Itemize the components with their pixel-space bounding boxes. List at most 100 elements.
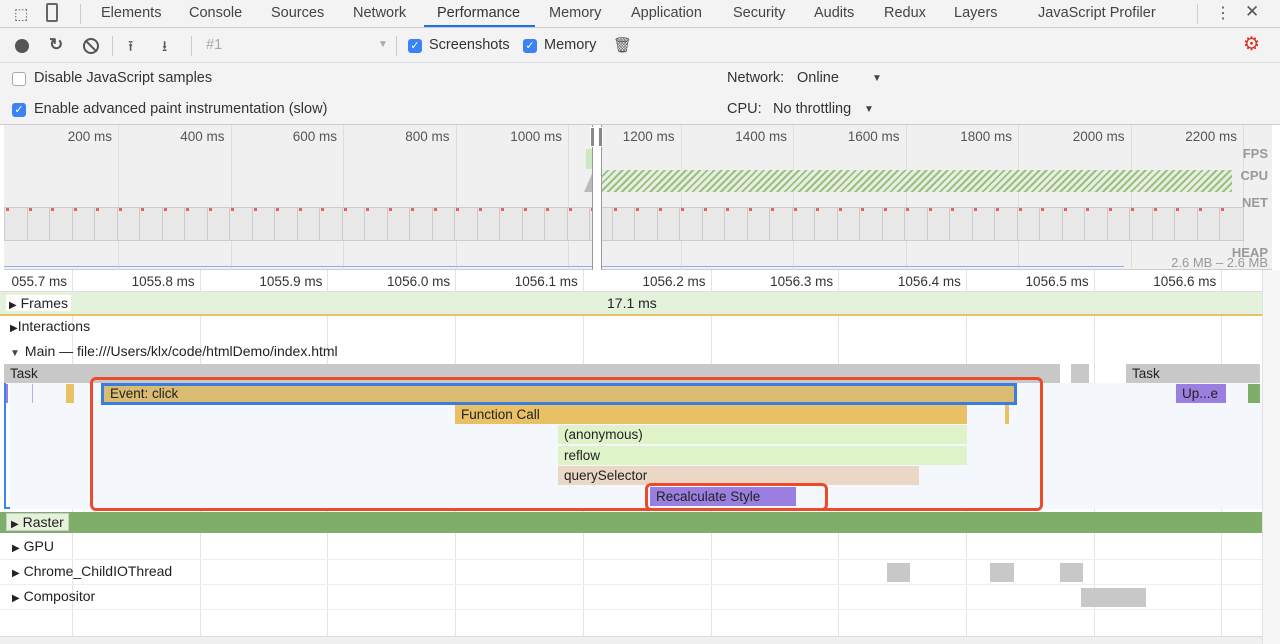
- rendering-bar[interactable]: [32, 384, 33, 403]
- screenshot-thumbnail[interactable]: [409, 207, 434, 241]
- horizontal-scrollbar[interactable]: [0, 636, 1262, 644]
- screenshot-thumbnail[interactable]: [1084, 207, 1109, 241]
- screenshot-thumbnail[interactable]: [116, 207, 142, 241]
- compositor-task-bar[interactable]: [1081, 588, 1146, 607]
- screenshot-thumbnail[interactable]: [1151, 207, 1177, 241]
- scripting-bar[interactable]: [66, 384, 74, 403]
- screenshot-thumbnail[interactable]: [386, 207, 412, 241]
- save-profile-icon[interactable]: ⭳: [162, 36, 167, 61]
- screenshot-thumbnail[interactable]: [274, 207, 299, 241]
- screenshot-thumbnail[interactable]: [49, 207, 74, 241]
- tab-audits[interactable]: Audits: [814, 5, 854, 21]
- frames-track[interactable]: ▶ Frames 17.1 ms: [0, 292, 1262, 316]
- screenshot-thumbnail[interactable]: [611, 207, 637, 241]
- screenshot-thumbnail[interactable]: [634, 207, 659, 241]
- device-toolbar-icon[interactable]: [46, 3, 58, 22]
- chevron-down-icon[interactable]: ▼: [872, 73, 882, 84]
- screenshot-thumbnail[interactable]: [949, 207, 974, 241]
- clear-icon[interactable]: [83, 38, 99, 54]
- selection-handle-left[interactable]: [590, 127, 595, 147]
- screenshot-thumbnail[interactable]: [1196, 207, 1222, 241]
- tab-security[interactable]: Security: [733, 5, 785, 21]
- collapse-triangle-icon[interactable]: ▼: [10, 348, 20, 359]
- io-task-bar[interactable]: [990, 563, 1014, 582]
- screenshot-thumbnail[interactable]: [971, 207, 997, 241]
- memory-checkbox[interactable]: ✓: [523, 39, 537, 53]
- screenshot-thumbnail[interactable]: [656, 207, 682, 241]
- screenshot-thumbnail[interactable]: [859, 207, 884, 241]
- tab-performance[interactable]: Performance: [437, 5, 520, 21]
- chevron-down-icon[interactable]: ▼: [864, 104, 874, 115]
- screenshot-thumbnail[interactable]: [229, 207, 254, 241]
- screenshot-thumbnail[interactable]: [904, 207, 929, 241]
- paint-bar[interactable]: [1248, 384, 1260, 403]
- inspect-element-icon[interactable]: ⬚: [14, 5, 28, 23]
- load-profile-icon[interactable]: ⭱: [128, 36, 133, 61]
- screenshot-thumbnail[interactable]: [701, 207, 727, 241]
- screenshot-thumbnail[interactable]: [791, 207, 817, 241]
- screenshot-thumbnail[interactable]: [94, 207, 119, 241]
- screenshot-thumbnail[interactable]: [566, 207, 592, 241]
- expand-triangle-icon[interactable]: ▶: [12, 593, 20, 604]
- task-bar[interactable]: Task: [1126, 364, 1260, 383]
- tab-memory[interactable]: Memory: [549, 5, 601, 21]
- screenshot-thumbnail[interactable]: [814, 207, 839, 241]
- tab-javascript-profiler[interactable]: JavaScript Profiler: [1038, 5, 1156, 21]
- expand-triangle-icon[interactable]: ▶: [10, 323, 18, 334]
- screenshot-thumbnail[interactable]: [544, 207, 569, 241]
- trash-icon[interactable]: 🗑: [613, 36, 632, 54]
- io-task-bar[interactable]: [1060, 563, 1083, 582]
- chevron-down-icon[interactable]: ▼: [378, 39, 388, 50]
- screenshot-thumbnail[interactable]: [724, 207, 749, 241]
- screenshot-thumbnail[interactable]: [26, 207, 52, 241]
- screenshot-thumbnail[interactable]: [1174, 207, 1199, 241]
- frames-toggle[interactable]: ▶ Frames: [6, 295, 72, 311]
- raster-track[interactable]: ▶ Raster: [0, 512, 1262, 533]
- vertical-scrollbar[interactable]: [1262, 270, 1280, 644]
- screenshot-thumbnail[interactable]: [341, 207, 367, 241]
- more-options-icon[interactable]: ⋮: [1215, 3, 1231, 23]
- screenshot-thumbnail[interactable]: [1219, 207, 1244, 241]
- screenshot-thumbnail[interactable]: [521, 207, 547, 241]
- screenshots-checkbox[interactable]: ✓: [408, 39, 422, 53]
- screenshot-thumbnail[interactable]: [836, 207, 862, 241]
- screenshot-thumbnail[interactable]: [319, 207, 344, 241]
- compositor-track[interactable]: ▶ Compositor: [0, 588, 1262, 610]
- expand-triangle-icon[interactable]: ▶: [12, 568, 20, 579]
- screenshot-thumbnail[interactable]: [71, 207, 97, 241]
- screenshot-thumbnail[interactable]: [431, 207, 457, 241]
- expand-triangle-icon[interactable]: ▶: [12, 543, 20, 554]
- timeline-overview[interactable]: 200 ms 400 ms 600 ms 800 ms 1000 ms 1200 ms 14…: [4, 125, 1272, 270]
- update-bar[interactable]: Up...e: [1176, 384, 1226, 403]
- screenshot-thumbnail[interactable]: [746, 207, 772, 241]
- recording-select[interactable]: #1: [206, 37, 222, 53]
- rendering-bar[interactable]: [6, 384, 8, 403]
- screenshot-thumbnail[interactable]: [139, 207, 164, 241]
- interactions-track[interactable]: ▶Interactions: [0, 318, 1262, 340]
- task-bar[interactable]: [1071, 364, 1089, 383]
- screenshot-thumbnail[interactable]: [161, 207, 187, 241]
- reload-record-icon[interactable]: ↻: [49, 35, 63, 55]
- screenshot-thumbnail[interactable]: [454, 207, 479, 241]
- io-task-bar[interactable]: [887, 563, 910, 582]
- network-throttle-select[interactable]: Online: [797, 70, 839, 86]
- screenshot-thumbnail[interactable]: [926, 207, 952, 241]
- tab-sources[interactable]: Sources: [271, 5, 324, 21]
- screenshot-thumbnail[interactable]: [994, 207, 1019, 241]
- tab-elements[interactable]: Elements: [101, 5, 161, 21]
- screenshot-thumbnail[interactable]: [1016, 207, 1042, 241]
- screenshot-thumbnail[interactable]: [1039, 207, 1064, 241]
- tab-layers[interactable]: Layers: [954, 5, 998, 21]
- screenshot-thumbnail[interactable]: [251, 207, 277, 241]
- screenshot-thumbnail[interactable]: [206, 207, 232, 241]
- tab-network[interactable]: Network: [353, 5, 406, 21]
- screenshot-thumbnail[interactable]: [1129, 207, 1154, 241]
- tab-redux[interactable]: Redux: [884, 5, 926, 21]
- record-button[interactable]: [15, 39, 29, 53]
- screenshot-thumbnail[interactable]: [769, 207, 794, 241]
- screenshot-thumbnail[interactable]: [679, 207, 704, 241]
- screenshot-thumbnail[interactable]: [296, 207, 322, 241]
- screenshot-thumbnail[interactable]: [881, 207, 907, 241]
- selection-handle-right[interactable]: [598, 127, 603, 147]
- main-track-header[interactable]: ▼ Main — file:///Users/klx/code/htmlDemo/…: [0, 343, 1262, 365]
